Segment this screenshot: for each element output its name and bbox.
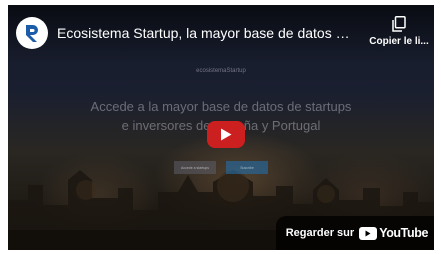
copy-icon <box>392 16 406 32</box>
watch-on-youtube-button[interactable]: Regarder sur YouTube <box>275 216 434 250</box>
watch-on-label: Regarder sur <box>285 227 355 239</box>
player-top-bar: Ecosistema Startup, la mayor base de dat… <box>8 5 434 63</box>
thumbnail-cta-primary: Accede a startups <box>174 161 216 174</box>
youtube-wordmark: YouTube <box>379 226 428 240</box>
video-title-link[interactable]: Ecosistema Startup, la mayor base de dat… <box>57 25 357 42</box>
thumbnail-cta-secondary: Suscribe <box>226 161 268 174</box>
play-button[interactable] <box>207 121 245 148</box>
copy-link-label: Copier le li... <box>369 36 429 47</box>
youtube-embed-player[interactable]: ecosistemaStartup Accede a la mayor base… <box>8 5 434 250</box>
copy-link-button[interactable]: Copier le li... <box>368 16 430 47</box>
channel-avatar[interactable] <box>16 17 48 49</box>
thumbnail-site-brand: ecosistemaStartup <box>196 68 246 74</box>
thumbnail-cta-row: Accede a startups Suscribe <box>8 161 434 174</box>
youtube-logo-icon: YouTube <box>359 226 428 240</box>
channel-logo-r-icon <box>26 25 38 42</box>
play-icon <box>221 128 232 141</box>
